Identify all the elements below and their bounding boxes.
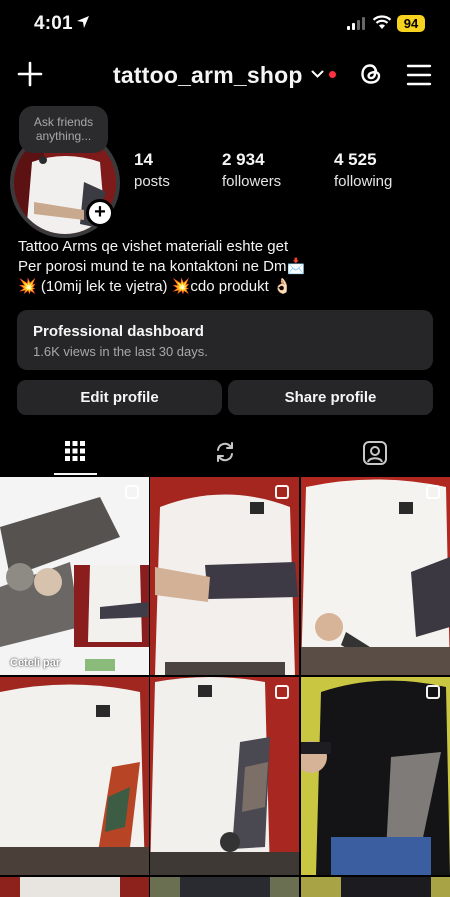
multi-post-icon <box>426 485 440 499</box>
multi-post-icon <box>275 685 289 699</box>
menu-icon[interactable] <box>405 63 433 87</box>
create-post-button[interactable] <box>16 60 44 88</box>
post-caption: Ceteli par <box>10 657 61 669</box>
note-bubble[interactable]: Ask friends anything... <box>19 106 108 153</box>
grid-post[interactable] <box>150 877 299 897</box>
threads-icon[interactable] <box>357 60 385 88</box>
stat-following[interactable]: 4 525 following <box>334 150 392 190</box>
chevron-down-icon[interactable] <box>311 70 324 79</box>
professional-dashboard-card[interactable]: Professional dashboard 1.6K views in the… <box>17 310 433 370</box>
stat-followers-count: 2 934 <box>222 150 265 169</box>
add-story-button[interactable]: + <box>86 199 114 227</box>
profile-bio: Tattoo Arms qe vishet materiali eshte ge… <box>18 237 305 297</box>
grid-post[interactable] <box>0 677 149 875</box>
stat-followers[interactable]: 2 934 followers <box>222 150 281 190</box>
stat-followers-label: followers <box>222 173 282 190</box>
share-profile-button[interactable]: Share profile <box>228 380 433 415</box>
active-tab-indicator <box>54 473 97 475</box>
grid-post[interactable] <box>150 477 299 675</box>
bio-line: 💥 (10mij lek te vjetra) 💥cdo produkt 👌🏻 <box>18 278 292 295</box>
cellular-signal-icon <box>347 17 365 30</box>
location-arrow-icon <box>77 16 89 28</box>
bio-line: Per porosi mund te na kontaktoni ne Dm📩 <box>18 258 306 275</box>
grid-post[interactable] <box>301 477 450 675</box>
grid-icon <box>65 441 85 461</box>
dashboard-subtitle: 1.6K views in the last 30 days. <box>33 344 208 359</box>
grid-post[interactable] <box>301 877 450 897</box>
tab-tagged[interactable] <box>300 434 450 476</box>
tagged-icon <box>363 441 387 465</box>
stat-posts-count: 14 <box>134 150 153 169</box>
status-bar: 4:01 94 <box>0 0 450 48</box>
wifi-icon <box>372 15 392 29</box>
multi-post-icon <box>275 485 289 499</box>
grid-post[interactable] <box>150 677 299 875</box>
stat-posts[interactable]: 14 posts <box>134 150 170 190</box>
multi-post-icon <box>125 485 139 499</box>
status-time: 4:01 <box>34 13 73 34</box>
bio-line: Tattoo Arms qe vishet materiali eshte ge… <box>18 238 289 255</box>
stat-following-count: 4 525 <box>334 150 377 169</box>
tab-posts-grid[interactable] <box>0 434 150 476</box>
dashboard-title: Professional dashboard <box>33 323 204 340</box>
tab-reposts[interactable] <box>150 434 300 476</box>
grid-post[interactable] <box>301 677 450 875</box>
posts-grid: Ceteli par <box>0 477 450 897</box>
notification-dot <box>329 71 336 78</box>
multi-post-icon <box>426 685 440 699</box>
reels-repost-icon <box>217 442 233 462</box>
stat-posts-label: posts <box>134 173 170 190</box>
edit-profile-button[interactable]: Edit profile <box>17 380 222 415</box>
account-username[interactable]: tattoo_arm_shop <box>113 62 303 89</box>
note-bubble-tail <box>39 156 47 164</box>
grid-post[interactable]: Ceteli par <box>0 477 149 675</box>
grid-post[interactable] <box>0 877 149 897</box>
battery-indicator: 94 <box>397 15 425 32</box>
stat-following-label: following <box>334 173 393 190</box>
